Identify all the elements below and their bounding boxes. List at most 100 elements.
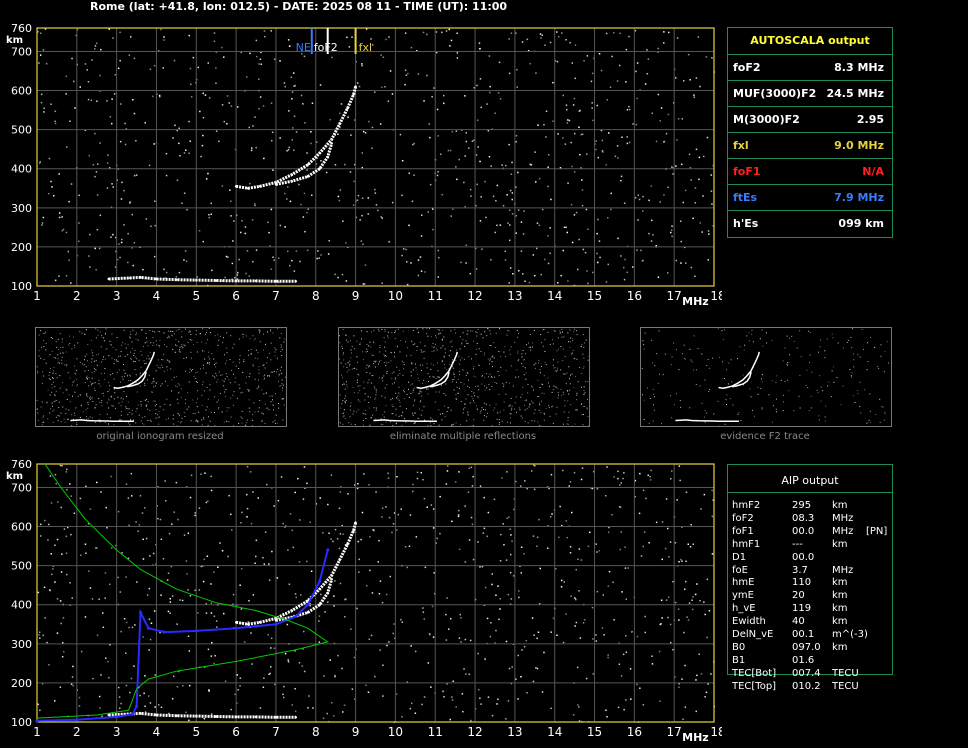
- data-point: [338, 122, 341, 125]
- x-tick-label: 8: [312, 289, 320, 303]
- fxl-marker-label: fxl: [359, 41, 372, 54]
- aip-title: AIP output: [781, 474, 839, 487]
- data-point: [175, 714, 178, 717]
- data-point: [107, 713, 110, 717]
- ionogram-chart-top: 1 2 3 4 5 6 7 8 9 10 11 12 13 14 15 16 17 18MHz1002003004…: [6, 22, 722, 308]
- aip-k: hmF1: [732, 538, 761, 550]
- aip-row: foF1 00.0 MHz [PN]: [732, 526, 932, 538]
- aip-u: km: [832, 641, 848, 653]
- thumbnail-trace: [373, 419, 437, 423]
- noise-layer: [37, 464, 715, 723]
- data-point: [294, 716, 298, 719]
- page-title: Rome (lat: +41.8, lon: 012.5) - DATE: 20…: [90, 0, 508, 13]
- autoscala-key: M(3000)F2: [733, 113, 800, 126]
- autoscala-title: AUTOSCALA output: [750, 34, 870, 47]
- trace-line: [235, 522, 358, 626]
- thumbnail-trace: [675, 419, 739, 423]
- aip-k: hmF2: [732, 500, 761, 511]
- aip-k: TEC[Bot]: [732, 667, 777, 679]
- aip-row: hmF2 295 km: [732, 500, 932, 512]
- aip-v: 119: [792, 603, 812, 615]
- autoscala-value: 24.5 MHz: [826, 87, 884, 100]
- aip-u: TECU: [832, 680, 859, 692]
- y-tick-label: 200: [11, 677, 32, 690]
- data-point: [254, 624, 258, 628]
- y-tick-label: 700: [11, 45, 32, 58]
- aip-row: DelN_vE 00.1 m^(-3): [732, 629, 932, 641]
- grid: [37, 28, 714, 286]
- aip-row: h_vE 119 km: [732, 603, 932, 615]
- x-tick-label: 10: [388, 289, 403, 303]
- aip-u: MHz: [832, 564, 854, 576]
- aip-x: [PN]: [866, 525, 888, 537]
- autoscala-key: MUF(3000)F2: [733, 87, 817, 100]
- aip-row: B1 01.6: [732, 655, 932, 667]
- data-point: [330, 574, 333, 577]
- autoscala-key: ftEs: [733, 191, 758, 204]
- data-point: [306, 603, 310, 607]
- aip-k: ymE: [732, 590, 754, 602]
- y-tick-label: 700: [11, 481, 32, 494]
- x-tick-label: 1: [33, 725, 41, 739]
- aip-k: B0: [732, 641, 746, 653]
- aip-v: 01.6: [792, 654, 815, 666]
- data-point: [290, 180, 294, 183]
- data-point: [195, 714, 198, 718]
- x-tick-label: 13: [507, 725, 522, 739]
- autoscala-panel: AUTOSCALA output foF2 8.3 MHz MUF(3000)F2 2…: [727, 27, 893, 238]
- autoscala-key: foF2: [733, 61, 761, 74]
- aip-k: foE: [732, 564, 748, 576]
- data-point: [346, 542, 349, 546]
- data-point: [318, 579, 322, 583]
- y-tick-label: 200: [11, 241, 32, 254]
- autoscala-key: h'Es: [733, 217, 759, 230]
- aip-u: km: [832, 616, 848, 628]
- x-tick-label: 16: [627, 289, 642, 303]
- data-point: [274, 183, 278, 186]
- data-point: [318, 151, 321, 155]
- thumbnail-eliminate-multiple: [338, 327, 590, 427]
- aip-v: 00.0: [792, 551, 815, 563]
- x-tick-label: 18: [710, 725, 722, 739]
- autoscala-row: foF2 8.3 MHz: [728, 54, 892, 81]
- y-tick-label: 500: [11, 124, 32, 137]
- data-point: [194, 629, 198, 633]
- data-point: [290, 173, 294, 176]
- aip-v: 007.4: [792, 667, 821, 679]
- data-point: [254, 715, 258, 719]
- y-tick-label: 300: [11, 202, 32, 215]
- trace-line: [108, 275, 296, 283]
- data-point: [294, 280, 298, 283]
- aip-row: TEC[Bot] 007.4 TECU: [732, 668, 932, 680]
- aip-row: ymE 20 km: [732, 590, 932, 602]
- data-point: [274, 716, 278, 719]
- thumbnail-trace: [70, 419, 134, 423]
- x-tick-label: 7: [272, 725, 280, 739]
- aip-u: km: [832, 590, 848, 602]
- aip-row: foE 3.7 MHz: [732, 565, 932, 577]
- data-point: [338, 558, 341, 561]
- data-point: [274, 622, 278, 626]
- thumbnail-trace: [718, 351, 760, 389]
- aip-row: TEC[Top] 010.2 TECU: [732, 681, 932, 693]
- x-tick-label: 5: [192, 725, 200, 739]
- data-point: [326, 155, 329, 159]
- data-point: [274, 280, 278, 283]
- y-tick-label: 760: [11, 22, 32, 35]
- x-tick-label: 2: [73, 725, 81, 739]
- data-point: [246, 623, 250, 626]
- data-point: [139, 276, 142, 279]
- data-point: [234, 626, 238, 630]
- aip-k: foF1: [732, 525, 754, 537]
- x-tick-label: 3: [113, 289, 121, 303]
- aip-k: h_vE: [732, 603, 756, 615]
- aip-u: m^(-3): [832, 629, 868, 640]
- series-line: [36, 463, 329, 719]
- autoscala-row: ftEs 7.9 MHz: [728, 184, 892, 211]
- x-tick-label: 11: [428, 289, 443, 303]
- data-point: [318, 603, 321, 606]
- autoscala-row: MUF(3000)F2 24.5 MHz: [728, 80, 892, 107]
- x-tick-label: 1: [33, 289, 41, 303]
- y-tick-label: 400: [11, 163, 32, 176]
- aip-v: ---: [792, 538, 803, 550]
